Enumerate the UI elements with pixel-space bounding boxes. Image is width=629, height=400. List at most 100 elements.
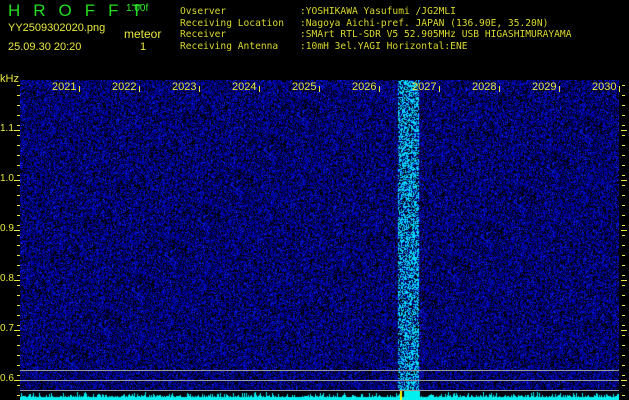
y-minor-tick (17, 295, 20, 296)
x-tick-mark (139, 86, 140, 92)
y-minor-tick (17, 325, 20, 326)
y-tick-label: 0.6 (0, 373, 14, 384)
info-value: :Nagoya Aichi-pref. JAPAN (136.90E, 35.2… (300, 17, 549, 29)
info-value: :SMArt RTL-SDR V5 52.905MHz USB HIGASHIM… (300, 29, 572, 40)
info-key: Receiving Location (180, 17, 284, 29)
y-tick-mark (14, 230, 20, 231)
y-minor-tick-right (622, 95, 625, 96)
x-tick-label: 2028 (472, 81, 497, 93)
y-minor-tick-right (622, 195, 625, 196)
y-tick-mark-right (621, 180, 627, 181)
event-label: meteor (124, 27, 162, 41)
y-minor-tick (17, 355, 20, 356)
y-minor-tick (17, 85, 20, 86)
reference-line (20, 370, 619, 371)
y-minor-tick (17, 385, 20, 386)
y-tick-mark-right (621, 130, 627, 131)
y-minor-tick-right (622, 325, 625, 326)
x-tick-label: 2024 (232, 81, 257, 93)
x-tick-mark (259, 86, 260, 92)
y-minor-tick-right (622, 345, 625, 346)
y-tick-mark (14, 380, 20, 381)
y-tick-label: 1.1 (0, 123, 14, 134)
info-value: :10mH 3el.YAGI Horizontal:ENE (300, 40, 468, 52)
y-minor-tick-right (622, 355, 625, 356)
y-minor-tick (17, 215, 20, 216)
x-tick-mark (79, 86, 80, 92)
y-minor-tick (17, 195, 20, 196)
y-minor-tick-right (622, 275, 625, 276)
y-tick-label: 0.8 (0, 273, 14, 284)
y-minor-tick (17, 235, 20, 236)
event-count: 1 (140, 41, 147, 53)
y-tick-mark-right (621, 330, 627, 331)
info-row-observer: Ovserver:YOSHIKAWA Yasufumi /JG2MLI (180, 6, 571, 18)
x-tick-mark (499, 86, 500, 92)
datetime: 25.09.30 20:20 (8, 41, 82, 53)
y-tick-mark-right (621, 380, 627, 381)
x-tick-mark (199, 86, 200, 92)
y-minor-tick-right (622, 115, 625, 116)
y-minor-tick (17, 345, 20, 346)
y-minor-tick (17, 365, 20, 366)
info-key: Receiving Antenna (180, 40, 279, 52)
y-minor-tick (17, 105, 20, 106)
y-minor-tick (17, 375, 20, 376)
y-minor-tick-right (622, 225, 625, 226)
y-minor-tick (17, 165, 20, 166)
y-unit-label: kHz (0, 73, 19, 85)
y-minor-tick-right (622, 265, 625, 266)
y-minor-tick-right (622, 335, 625, 336)
y-minor-tick (17, 305, 20, 306)
y-tick-label: 1.0 (0, 173, 14, 184)
y-minor-tick (17, 175, 20, 176)
y-minor-tick-right (622, 255, 625, 256)
y-minor-tick (17, 145, 20, 146)
y-minor-tick-right (622, 85, 625, 86)
y-minor-tick-right (622, 175, 625, 176)
waterfall-spectrogram (20, 80, 619, 400)
info-row-location: Receiving Location :Nagoya Aichi-pref. JA… (180, 18, 571, 30)
y-minor-tick (17, 225, 20, 226)
y-minor-tick (17, 185, 20, 186)
x-tick-mark (619, 86, 620, 92)
y-tick-label: 0.9 (0, 223, 14, 234)
y-minor-tick (17, 285, 20, 286)
x-tick-label: 2029 (532, 81, 557, 93)
y-minor-tick (17, 315, 20, 316)
y-minor-tick-right (622, 235, 625, 236)
x-tick-label: 2026 (352, 81, 377, 93)
info-key: Receiver (180, 29, 227, 40)
y-minor-tick (17, 155, 20, 156)
y-minor-tick (17, 395, 20, 396)
reference-line (20, 390, 619, 391)
y-minor-tick (17, 115, 20, 116)
y-minor-tick (17, 245, 20, 246)
y-minor-tick-right (622, 295, 625, 296)
y-tick-mark (14, 180, 20, 181)
y-minor-tick-right (622, 125, 625, 126)
y-minor-tick-right (622, 215, 625, 216)
y-minor-tick-right (622, 365, 625, 366)
y-minor-tick (17, 265, 20, 266)
filename: YY2509302020.png (8, 22, 106, 34)
x-tick-label: 2022 (112, 81, 137, 93)
y-minor-tick-right (622, 285, 625, 286)
y-minor-tick-right (622, 385, 625, 386)
x-tick-label: 2021 (52, 81, 77, 93)
y-minor-tick-right (622, 145, 625, 146)
y-tick-mark (14, 280, 20, 281)
y-minor-tick (17, 335, 20, 336)
x-tick-label: 2030 (592, 81, 617, 93)
y-tick-mark-right (621, 230, 627, 231)
y-minor-tick-right (622, 245, 625, 246)
y-minor-tick-right (622, 105, 625, 106)
y-tick-mark-right (621, 280, 627, 281)
y-minor-tick-right (622, 165, 625, 166)
y-minor-tick-right (622, 315, 625, 316)
reference-line (20, 380, 619, 381)
info-key: Ovserver (180, 6, 227, 17)
x-tick-mark (379, 86, 380, 92)
x-tick-label: 2027 (412, 81, 437, 93)
x-tick-label: 2023 (172, 81, 197, 93)
